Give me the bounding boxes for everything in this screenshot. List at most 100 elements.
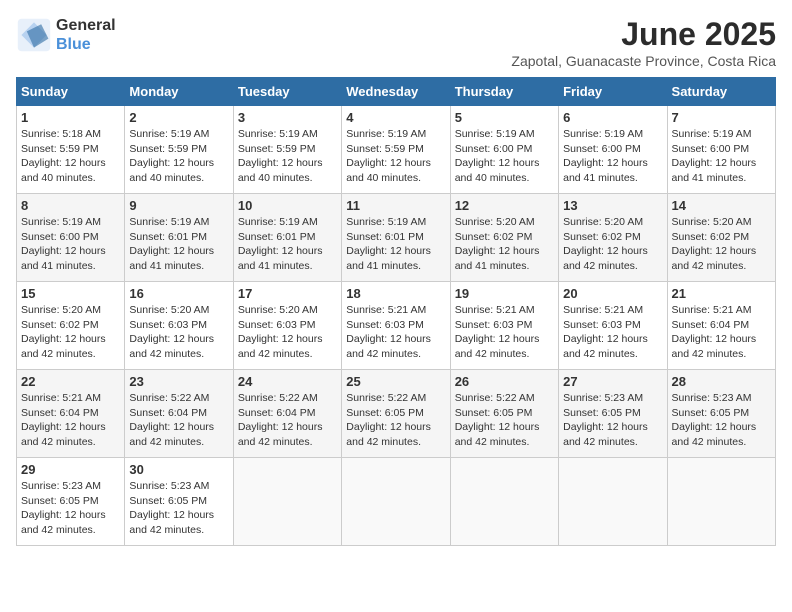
calendar-cell: 9Sunrise: 5:19 AMSunset: 6:01 PMDaylight… — [125, 194, 233, 282]
calendar-cell — [233, 458, 341, 546]
calendar-cell: 24 Sunrise: 5:22 AMSunset: 6:04 PMDayligh… — [233, 370, 341, 458]
day-number: 8 — [21, 198, 120, 213]
day-number: 10 — [238, 198, 337, 213]
day-number: 26 — [455, 374, 554, 389]
day-info: Sunrise: 5:19 AMSunset: 6:00 PMDaylight:… — [563, 127, 662, 186]
calendar-cell: 3 Sunrise: 5:19 AMSunset: 5:59 PMDaylight… — [233, 106, 341, 194]
calendar-cell — [667, 458, 775, 546]
day-info: Sunrise: 5:20 AMSunset: 6:02 PMDaylight:… — [21, 303, 120, 362]
calendar-cell — [559, 458, 667, 546]
calendar-cell: 26 Sunrise: 5:22 AMSunset: 6:05 PMDayligh… — [450, 370, 558, 458]
day-info: Sunrise: 5:19 AMSunset: 6:00 PMDaylight:… — [672, 127, 771, 186]
day-number: 4 — [346, 110, 445, 125]
day-info: Sunrise: 5:19 AMSunset: 5:59 PMDaylight:… — [346, 127, 445, 186]
day-info: Sunrise: 5:19 AMSunset: 6:01 PMDaylight:… — [346, 215, 445, 274]
calendar-cell: 7 Sunrise: 5:19 AMSunset: 6:00 PMDaylight… — [667, 106, 775, 194]
day-info: Sunrise: 5:20 AMSunset: 6:03 PMDaylight:… — [238, 303, 337, 362]
day-number: 6 — [563, 110, 662, 125]
day-info: Sunrise: 5:21 AMSunset: 6:04 PMDaylight:… — [21, 391, 120, 450]
calendar-cell: 2 Sunrise: 5:19 AMSunset: 5:59 PMDaylight… — [125, 106, 233, 194]
day-info: Sunrise: 5:19 AMSunset: 6:01 PMDaylight:… — [129, 215, 228, 274]
weekday-header-row: SundayMondayTuesdayWednesdayThursdayFrid… — [17, 78, 776, 106]
day-number: 23 — [129, 374, 228, 389]
day-info: Sunrise: 5:21 AMSunset: 6:03 PMDaylight:… — [346, 303, 445, 362]
weekday-header: Friday — [559, 78, 667, 106]
calendar-cell: 19Sunrise: 5:21 AMSunset: 6:03 PMDayligh… — [450, 282, 558, 370]
calendar-cell: 12 Sunrise: 5:20 AMSunset: 6:02 PMDayligh… — [450, 194, 558, 282]
weekday-header: Wednesday — [342, 78, 450, 106]
day-number: 1 — [21, 110, 120, 125]
logo-text: General Blue — [56, 16, 116, 54]
calendar-cell: 21Sunrise: 5:21 AMSunset: 6:04 PMDayligh… — [667, 282, 775, 370]
day-number: 28 — [672, 374, 771, 389]
calendar-cell: 20 Sunrise: 5:21 AMSunset: 6:03 PMDayligh… — [559, 282, 667, 370]
calendar-cell: 10 Sunrise: 5:19 AMSunset: 6:01 PMDayligh… — [233, 194, 341, 282]
logo: General Blue — [16, 16, 116, 54]
day-number: 17 — [238, 286, 337, 301]
day-number: 13 — [563, 198, 662, 213]
calendar-table: SundayMondayTuesdayWednesdayThursdayFrid… — [16, 77, 776, 546]
day-info: Sunrise: 5:22 AMSunset: 6:05 PMDaylight:… — [455, 391, 554, 450]
day-number: 27 — [563, 374, 662, 389]
day-info: Sunrise: 5:19 AMSunset: 5:59 PMDaylight:… — [129, 127, 228, 186]
day-number: 2 — [129, 110, 228, 125]
day-number: 11 — [346, 198, 445, 213]
day-info: Sunrise: 5:23 AMSunset: 6:05 PMDaylight:… — [129, 479, 228, 538]
calendar-cell: 8 Sunrise: 5:19 AMSunset: 6:00 PMDaylight… — [17, 194, 125, 282]
day-number: 29 — [21, 462, 120, 477]
day-info: Sunrise: 5:19 AMSunset: 5:59 PMDaylight:… — [238, 127, 337, 186]
calendar-cell: 30 Sunrise: 5:23 AMSunset: 6:05 PMDayligh… — [125, 458, 233, 546]
day-info: Sunrise: 5:23 AMSunset: 6:05 PMDaylight:… — [672, 391, 771, 450]
day-number: 5 — [455, 110, 554, 125]
day-info: Sunrise: 5:20 AMSunset: 6:03 PMDaylight:… — [129, 303, 228, 362]
day-number: 20 — [563, 286, 662, 301]
calendar-cell: 29 Sunrise: 5:23 AMSunset: 6:05 PMDayligh… — [17, 458, 125, 546]
weekday-header: Tuesday — [233, 78, 341, 106]
calendar-cell: 6 Sunrise: 5:19 AMSunset: 6:00 PMDaylight… — [559, 106, 667, 194]
day-number: 12 — [455, 198, 554, 213]
day-info: Sunrise: 5:19 AMSunset: 6:01 PMDaylight:… — [238, 215, 337, 274]
day-number: 16 — [129, 286, 228, 301]
weekday-header: Sunday — [17, 78, 125, 106]
weekday-header: Thursday — [450, 78, 558, 106]
calendar-title: June 2025 — [511, 16, 776, 53]
calendar-cell: 1 Sunrise: 5:18 AMSunset: 5:59 PMDaylight… — [17, 106, 125, 194]
day-info: Sunrise: 5:20 AMSunset: 6:02 PMDaylight:… — [672, 215, 771, 274]
day-number: 14 — [672, 198, 771, 213]
logo-icon — [16, 17, 52, 53]
day-info: Sunrise: 5:22 AMSunset: 6:04 PMDaylight:… — [129, 391, 228, 450]
day-info: Sunrise: 5:22 AMSunset: 6:04 PMDaylight:… — [238, 391, 337, 450]
calendar-week-row: 15Sunrise: 5:20 AMSunset: 6:02 PMDayligh… — [17, 282, 776, 370]
title-block: June 2025 Zapotal, Guanacaste Province, … — [511, 16, 776, 69]
day-info: Sunrise: 5:19 AMSunset: 6:00 PMDaylight:… — [21, 215, 120, 274]
calendar-cell — [342, 458, 450, 546]
day-number: 7 — [672, 110, 771, 125]
day-number: 24 — [238, 374, 337, 389]
day-info: Sunrise: 5:18 AMSunset: 5:59 PMDaylight:… — [21, 127, 120, 186]
calendar-cell: 28 Sunrise: 5:23 AMSunset: 6:05 PMDayligh… — [667, 370, 775, 458]
day-number: 22 — [21, 374, 120, 389]
calendar-cell: 4 Sunrise: 5:19 AMSunset: 5:59 PMDaylight… — [342, 106, 450, 194]
calendar-cell — [450, 458, 558, 546]
weekday-header: Saturday — [667, 78, 775, 106]
calendar-cell: 16 Sunrise: 5:20 AMSunset: 6:03 PMDayligh… — [125, 282, 233, 370]
calendar-week-row: 8 Sunrise: 5:19 AMSunset: 6:00 PMDaylight… — [17, 194, 776, 282]
day-number: 30 — [129, 462, 228, 477]
calendar-cell: 15Sunrise: 5:20 AMSunset: 6:02 PMDayligh… — [17, 282, 125, 370]
calendar-cell: 23 Sunrise: 5:22 AMSunset: 6:04 PMDayligh… — [125, 370, 233, 458]
day-number: 19 — [455, 286, 554, 301]
day-info: Sunrise: 5:23 AMSunset: 6:05 PMDaylight:… — [563, 391, 662, 450]
day-info: Sunrise: 5:23 AMSunset: 6:05 PMDaylight:… — [21, 479, 120, 538]
day-info: Sunrise: 5:21 AMSunset: 6:03 PMDaylight:… — [563, 303, 662, 362]
day-number: 3 — [238, 110, 337, 125]
calendar-cell: 25Sunrise: 5:22 AMSunset: 6:05 PMDayligh… — [342, 370, 450, 458]
calendar-week-row: 22 Sunrise: 5:21 AMSunset: 6:04 PMDayligh… — [17, 370, 776, 458]
calendar-cell: 18 Sunrise: 5:21 AMSunset: 6:03 PMDayligh… — [342, 282, 450, 370]
day-number: 21 — [672, 286, 771, 301]
day-info: Sunrise: 5:19 AMSunset: 6:00 PMDaylight:… — [455, 127, 554, 186]
day-number: 18 — [346, 286, 445, 301]
calendar-cell: 5 Sunrise: 5:19 AMSunset: 6:00 PMDaylight… — [450, 106, 558, 194]
page-header: General Blue June 2025 Zapotal, Guanacas… — [16, 16, 776, 69]
calendar-subtitle: Zapotal, Guanacaste Province, Costa Rica — [511, 53, 776, 69]
day-info: Sunrise: 5:20 AMSunset: 6:02 PMDaylight:… — [455, 215, 554, 274]
